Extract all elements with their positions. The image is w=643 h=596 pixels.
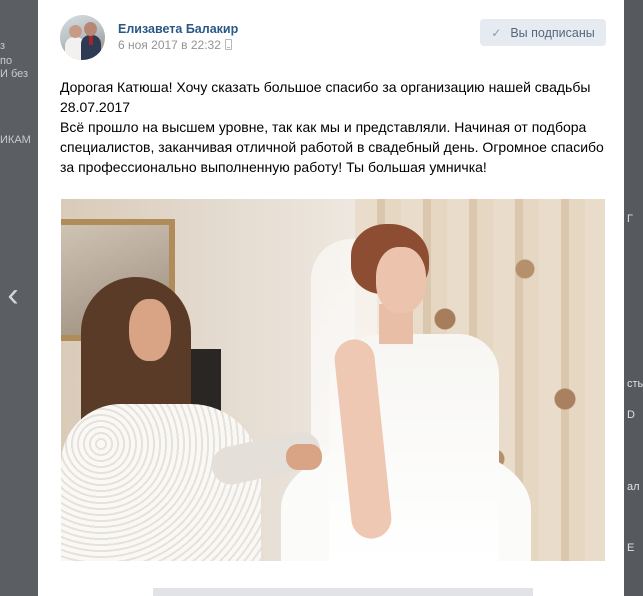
next-photo-preview — [153, 588, 533, 596]
post-text-line: Дорогая Катюша! Хочу сказать большое спа… — [60, 79, 591, 115]
background-text: з — [0, 40, 6, 52]
background-text: Г — [627, 213, 633, 225]
prev-post-button[interactable]: ‹ — [0, 270, 26, 320]
chevron-left-icon: ‹ — [7, 275, 19, 314]
post-text-line: Всё прошло на высшем уровне, так как мы … — [60, 119, 604, 175]
post-text: Дорогая Катюша! Хочу сказать большое спа… — [60, 77, 605, 177]
background-text: И без — [0, 68, 29, 80]
photo-woman-face — [129, 299, 171, 361]
background-text: Е — [627, 542, 635, 554]
background-text: сты — [627, 378, 643, 390]
check-icon: ✓ — [491, 25, 502, 40]
post-date[interactable]: 6 ноя 2017 в 22:32 — [118, 38, 232, 52]
subscribed-label: Вы подписаны — [510, 25, 595, 40]
post-photo[interactable] — [61, 199, 605, 561]
avatar[interactable] — [60, 15, 105, 60]
photo-woman-hand — [286, 444, 322, 470]
post-date-text: 6 ноя 2017 в 22:32 — [118, 38, 221, 52]
author-name[interactable]: Елизавета Балакир — [118, 22, 238, 36]
background-text: по — [0, 55, 13, 67]
background-text: ал — [627, 481, 640, 493]
phone-icon — [224, 39, 232, 50]
subscribed-button[interactable]: ✓ Вы подписаны — [480, 19, 606, 46]
background-text: D — [627, 409, 635, 421]
post-card: Елизавета Балакир 6 ноя 2017 в 22:32 ✓ В… — [38, 0, 624, 596]
photo-bride-face — [376, 247, 426, 313]
background-page-right: Г сты D ал Е — [624, 0, 643, 596]
background-text: ИКАМ — [0, 134, 31, 146]
